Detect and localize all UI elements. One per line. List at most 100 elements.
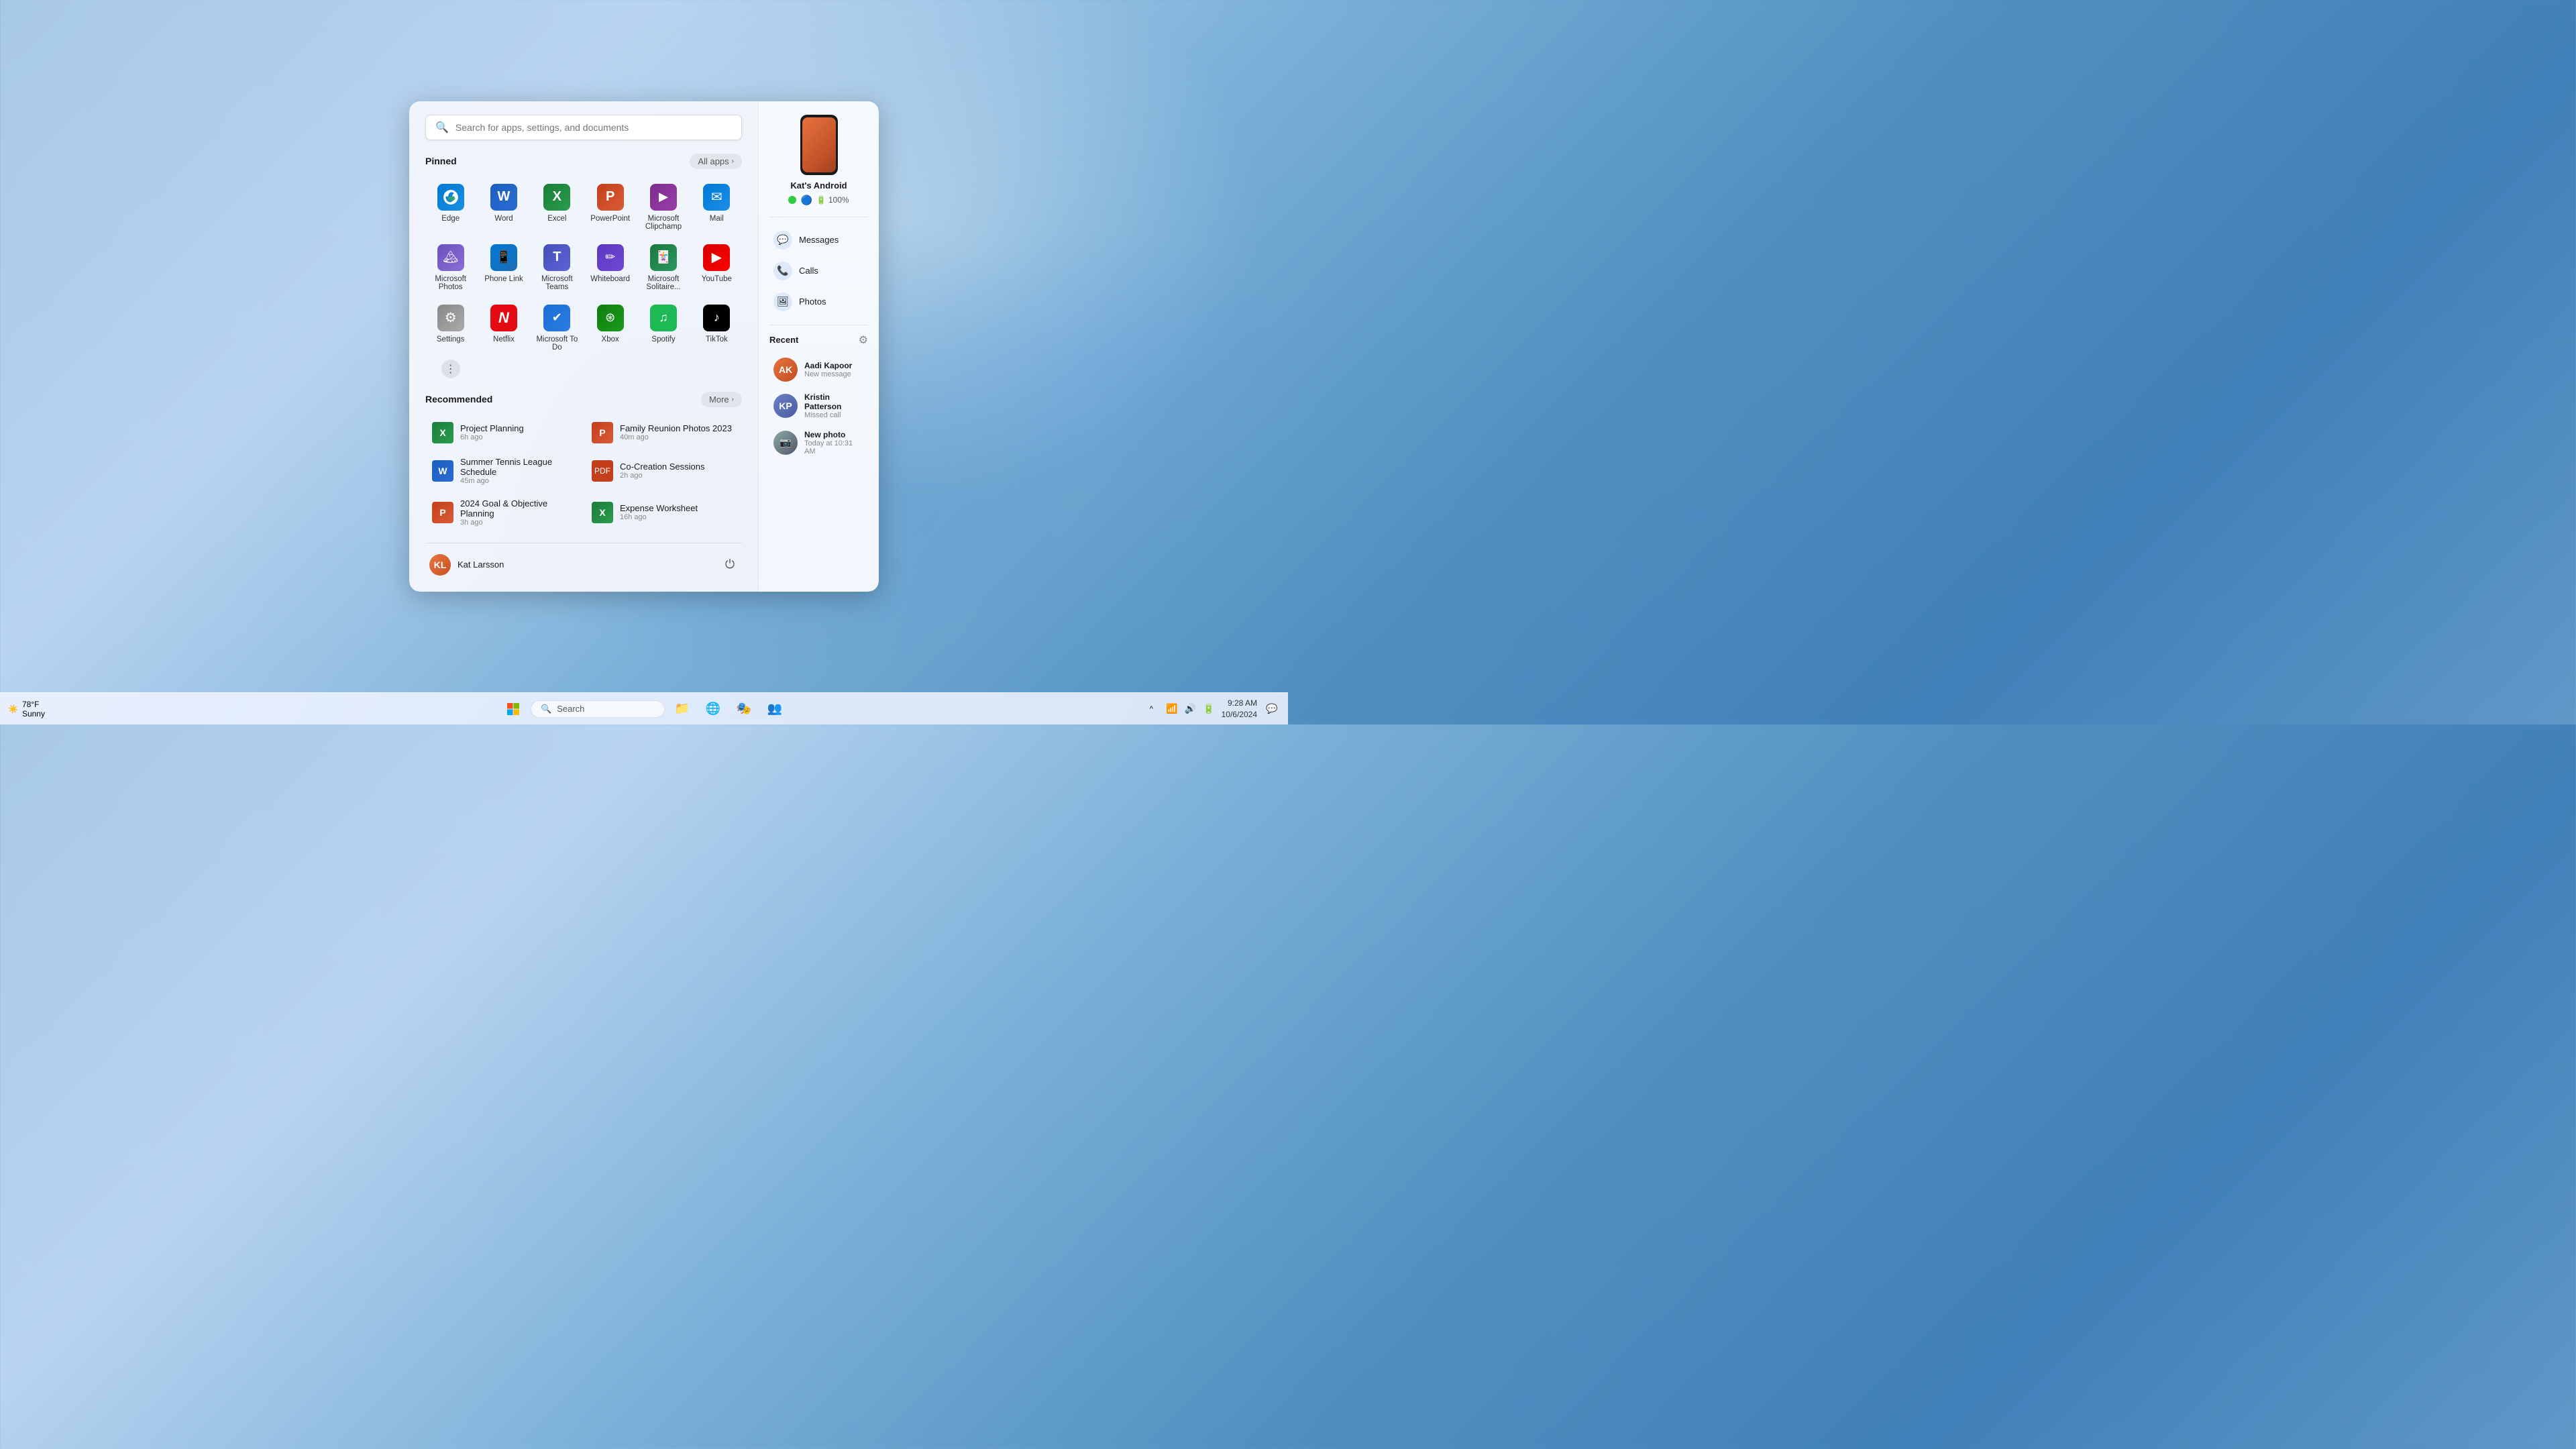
- aadi-status: New message: [804, 370, 852, 378]
- fileexplorer-icon: 📁: [675, 702, 690, 716]
- rec-cocreation-icon: PDF: [592, 460, 613, 482]
- photos-action[interactable]: 🖼 Photos: [769, 287, 868, 317]
- whiteboard-label: Whiteboard: [590, 275, 630, 283]
- rec-tennis-time: 45m ago: [460, 477, 576, 485]
- chevron-right-icon: ›: [732, 158, 734, 165]
- start-menu-overlay: 🔍 Pinned All apps ›: [0, 0, 1288, 692]
- pinned-label: Pinned: [425, 156, 457, 166]
- recent-title: Recent: [769, 335, 798, 345]
- app-xbox[interactable]: ⊛ Xbox: [585, 299, 635, 357]
- more-recommended-button[interactable]: More ›: [701, 392, 742, 407]
- taskbar-search-icon: 🔍: [541, 704, 551, 714]
- rec-expense[interactable]: X Expense Worksheet 16h ago: [585, 493, 742, 532]
- rec-expense-icon: X: [592, 502, 613, 523]
- all-apps-button[interactable]: All apps ›: [690, 154, 742, 169]
- spotify-label: Spotify: [651, 335, 675, 343]
- user-avatar: KL: [429, 554, 451, 576]
- taskbar-media-button[interactable]: 🎭: [731, 696, 757, 722]
- powerpoint-icon: P: [597, 184, 624, 211]
- taskbar-fileexplorer-button[interactable]: 📁: [669, 696, 696, 722]
- app-teams[interactable]: T Microsoft Teams: [532, 239, 582, 297]
- solitaire-icon: 🃏: [650, 244, 677, 271]
- network-icon[interactable]: 📶: [1166, 703, 1177, 714]
- app-settings[interactable]: ⚙ Settings: [425, 299, 476, 357]
- app-mail[interactable]: ✉ Mail: [692, 178, 742, 236]
- app-spotify[interactable]: ♫ Spotify: [638, 299, 688, 357]
- clock-date: 10/6/2024: [1222, 709, 1257, 720]
- start-button[interactable]: [500, 696, 527, 722]
- start-search-box[interactable]: 🔍: [425, 115, 742, 140]
- more-pinned-button[interactable]: ⋮: [441, 360, 460, 378]
- tray-expand-button[interactable]: ^: [1143, 701, 1159, 717]
- taskbar: ☀️ 78°F Sunny 🔍 Search 📁: [0, 692, 1288, 724]
- app-clipchamp[interactable]: ▶ Microsoft Clipchamp: [638, 178, 688, 236]
- recent-settings-icon[interactable]: ⚙: [859, 333, 868, 347]
- start-search-input[interactable]: [455, 122, 732, 133]
- rec-tennis[interactable]: W Summer Tennis League Schedule 45m ago: [425, 451, 582, 490]
- taskbar-teams-button[interactable]: 👥: [761, 696, 788, 722]
- netflix-icon: N: [490, 305, 517, 331]
- recommended-section-header: Recommended More ›: [425, 392, 742, 407]
- taskbar-edge-button[interactable]: 🌐: [700, 696, 727, 722]
- app-word[interactable]: W Word: [478, 178, 529, 236]
- phone-icon: [800, 115, 838, 175]
- app-whiteboard[interactable]: ✏ Whiteboard: [585, 239, 635, 297]
- media-icon: 🎭: [737, 702, 751, 716]
- notification-button[interactable]: 💬: [1264, 701, 1280, 717]
- contact-aadi[interactable]: AK Aadi Kapoor New message: [769, 354, 868, 386]
- user-bar: KL Kat Larsson ⏻: [425, 543, 742, 578]
- app-todo[interactable]: ✔ Microsoft To Do: [532, 299, 582, 357]
- rec-family-icon: P: [592, 422, 613, 443]
- tiktok-label: TikTok: [706, 335, 728, 343]
- rec-cocreation[interactable]: PDF Co-Creation Sessions 2h ago: [585, 451, 742, 490]
- phone-device: Kat's Android 🔵 🔋 100%: [769, 115, 868, 206]
- app-solitaire[interactable]: 🃏 Microsoft Solitaire...: [638, 239, 688, 297]
- solitaire-label: Microsoft Solitaire...: [641, 275, 686, 291]
- excel-icon: X: [543, 184, 570, 211]
- rec-family-photos[interactable]: P Family Reunion Photos 2023 40m ago: [585, 417, 742, 449]
- calls-action[interactable]: 📞 Calls: [769, 256, 868, 286]
- aadi-name: Aadi Kapoor: [804, 361, 852, 370]
- battery-icon[interactable]: 🔋: [1203, 703, 1214, 714]
- photo-time: Today at 10:31 AM: [804, 439, 864, 455]
- user-profile-button[interactable]: KL Kat Larsson: [425, 551, 508, 578]
- rec-project-name: Project Planning: [460, 423, 524, 433]
- rec-expense-name: Expense Worksheet: [620, 503, 698, 513]
- edge-taskbar-icon: 🌐: [706, 702, 720, 716]
- pinned-apps-grid: Edge W Word X Excel: [425, 178, 742, 378]
- powerpoint-label: PowerPoint: [590, 215, 630, 223]
- clock[interactable]: 9:28 AM 10/6/2024: [1222, 698, 1257, 720]
- contact-kristin[interactable]: KP Kristin Patterson Missed call: [769, 388, 868, 423]
- app-netflix[interactable]: N Netflix: [478, 299, 529, 357]
- rec-project-planning[interactable]: X Project Planning 6h ago: [425, 417, 582, 449]
- contact-photo[interactable]: 📷 New photo Today at 10:31 AM: [769, 426, 868, 460]
- photos-label: Photos: [799, 297, 826, 307]
- app-tiktok[interactable]: ♪ TikTok: [692, 299, 742, 357]
- photos-icon: 🏔: [437, 244, 464, 271]
- phone-status: 🔵 🔋 100%: [788, 195, 849, 206]
- app-edge[interactable]: Edge: [425, 178, 476, 236]
- settings-label: Settings: [437, 335, 465, 343]
- app-excel[interactable]: X Excel: [532, 178, 582, 236]
- app-youtube[interactable]: ▶ YouTube: [692, 239, 742, 297]
- messages-action[interactable]: 💬 Messages: [769, 225, 868, 255]
- rec-goal-icon: P: [432, 502, 453, 523]
- app-phonelink[interactable]: 📱 Phone Link: [478, 239, 529, 297]
- settings-icon: ⚙: [437, 305, 464, 331]
- xbox-icon: ⊛: [597, 305, 624, 331]
- rec-tennis-name: Summer Tennis League Schedule: [460, 457, 576, 477]
- temperature: 78°F: [22, 700, 45, 709]
- edge-icon: [437, 184, 464, 211]
- battery-status: 🔋 100%: [816, 195, 849, 205]
- recommended-label: Recommended: [425, 394, 492, 405]
- rec-goal[interactable]: P 2024 Goal & Objective Planning 3h ago: [425, 493, 582, 532]
- app-powerpoint[interactable]: P PowerPoint: [585, 178, 635, 236]
- recommended-grid: X Project Planning 6h ago P Family Reuni…: [425, 417, 742, 532]
- app-photos[interactable]: 🏔 Microsoft Photos: [425, 239, 476, 297]
- taskbar-search-bar[interactable]: 🔍 Search: [531, 700, 665, 718]
- photo-thumbnail: 📷: [773, 431, 798, 455]
- weather-widget[interactable]: ☀️ 78°F Sunny: [8, 700, 45, 718]
- power-button[interactable]: ⏻: [718, 553, 742, 577]
- netflix-label: Netflix: [493, 335, 515, 343]
- volume-icon[interactable]: 🔊: [1185, 703, 1196, 714]
